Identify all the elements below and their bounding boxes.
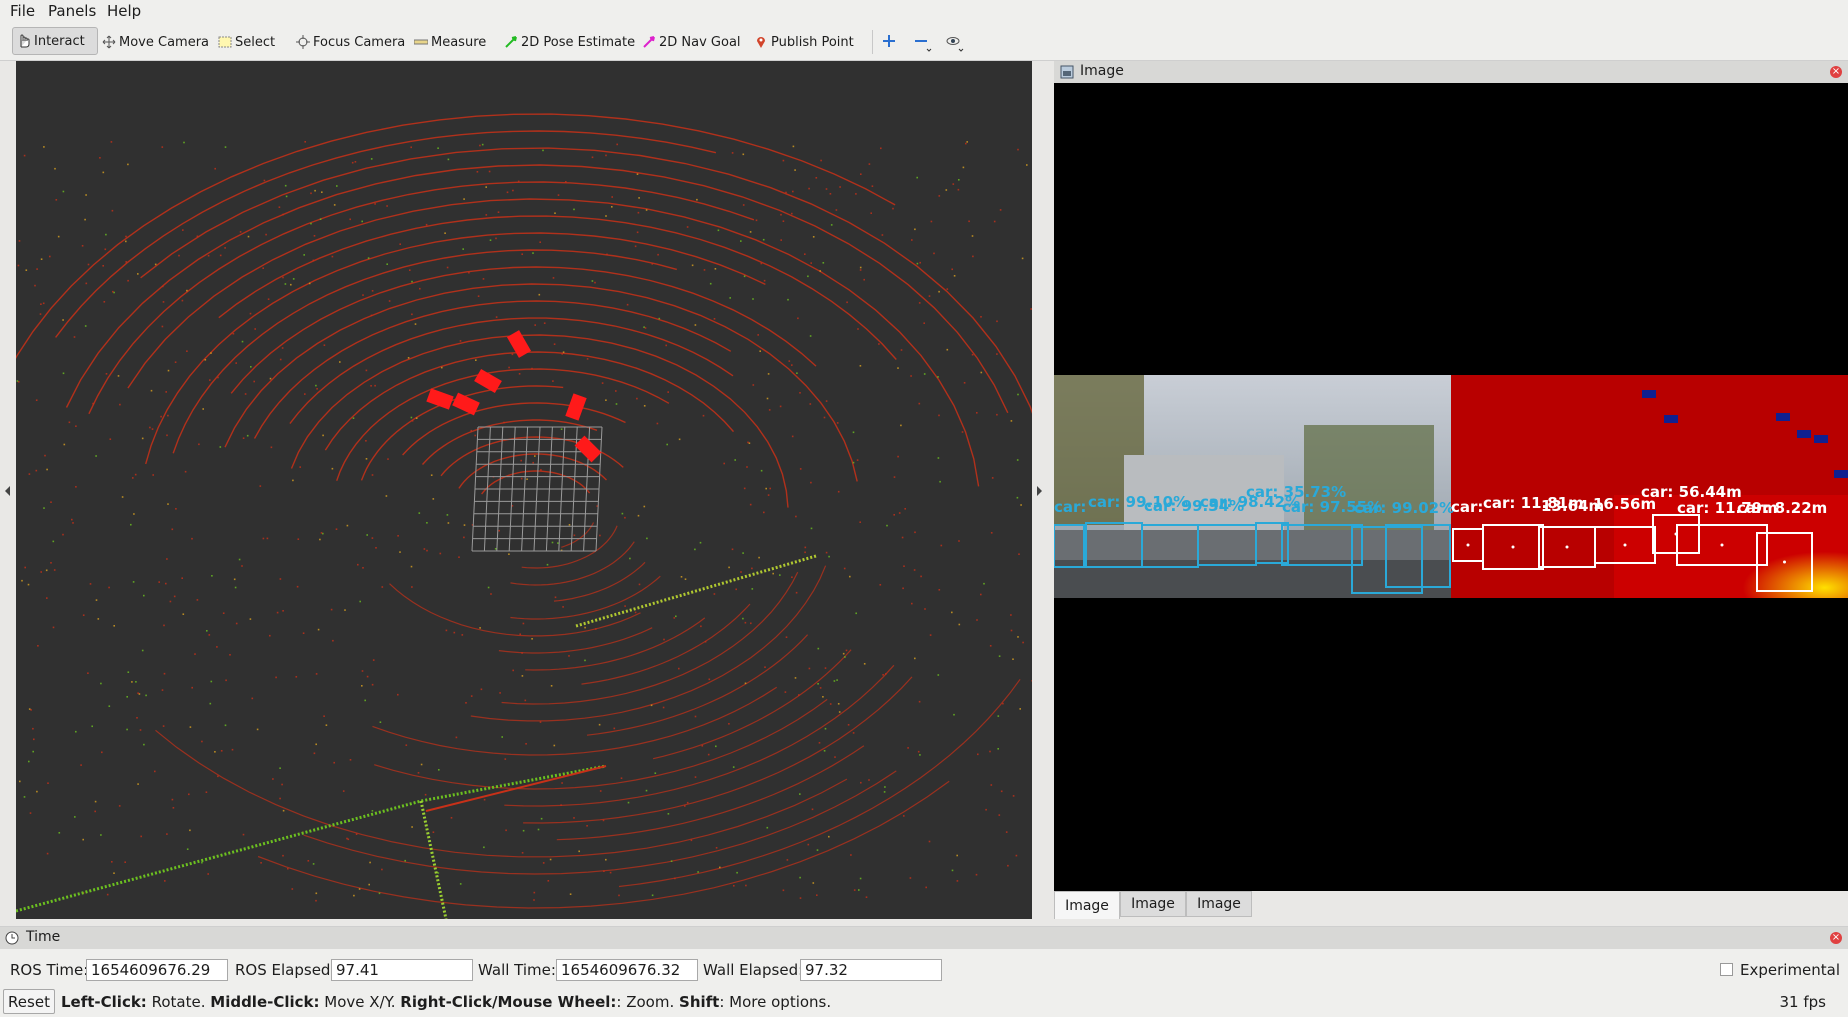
- time-panel-title: Time: [26, 929, 61, 945]
- wall-elapsed-field[interactable]: 97.32: [800, 959, 942, 981]
- reset-button[interactable]: Reset: [3, 989, 55, 1014]
- left-dock-strip: [0, 61, 16, 919]
- close-image-panel-icon[interactable]: ×: [1830, 66, 1842, 78]
- publish-point-tool[interactable]: Publish Point: [754, 31, 854, 53]
- pose-estimate-tool[interactable]: 2D Pose Estimate: [504, 31, 635, 53]
- menu-file[interactable]: File: [10, 2, 35, 20]
- image-panel: Image × car: car: 99.10% car: 99.34% car: 9…: [1054, 61, 1848, 919]
- detection-label-left: car:: [1054, 498, 1086, 516]
- remove-tool-icon[interactable]: [914, 34, 932, 54]
- hint-shift: Shift: [679, 993, 720, 1011]
- select-tool[interactable]: Select: [218, 31, 275, 53]
- green-arrow-icon: [505, 36, 517, 48]
- measure-tool[interactable]: Measure: [414, 31, 486, 53]
- time-panel-titlebar: Time ×: [0, 927, 1848, 949]
- 3d-render-view[interactable]: [16, 61, 1032, 919]
- collapse-right-icon[interactable]: [1037, 486, 1043, 496]
- detection-label-right: car: 8.22m: [1737, 499, 1827, 517]
- focus-target-icon: [296, 35, 310, 49]
- move-arrows-icon: [102, 35, 116, 49]
- interact-tool[interactable]: Interact: [12, 27, 98, 55]
- hint-middle-click-desc: Move X/Y.: [324, 993, 396, 1011]
- menu-bar: File Panels Help: [0, 0, 1848, 22]
- tab-image-2[interactable]: Image: [1120, 891, 1186, 917]
- publish-point-label: Publish Point: [771, 34, 854, 50]
- hint-left-click: Left-Click:: [61, 993, 147, 1011]
- hint-shift-desc: : More options.: [719, 993, 832, 1011]
- panel-splitter[interactable]: [1032, 61, 1054, 919]
- move-camera-label: Move Camera: [119, 34, 210, 50]
- image-panel-titlebar: Image ×: [1054, 61, 1848, 83]
- toolbar-divider: [872, 30, 873, 54]
- hint-right-click: Right-Click/Mouse Wheel:: [400, 993, 617, 1011]
- ros-time-label: ROS Time:: [10, 961, 89, 979]
- image-panel-title: Image: [1080, 63, 1124, 79]
- add-tool-icon[interactable]: [882, 34, 896, 48]
- fps-counter: 31 fps: [1779, 993, 1826, 1011]
- hint-right-click-desc: : Zoom.: [616, 993, 675, 1011]
- measure-label: Measure: [431, 34, 487, 50]
- menu-help[interactable]: Help: [107, 2, 141, 20]
- eye-icon[interactable]: [946, 34, 964, 54]
- clock-icon: [5, 931, 19, 945]
- camera-image: car: car: 99.10%car: 99.34%car: 98.42%car…: [1054, 375, 1848, 598]
- camera-image-display: car: car: 99.10% car: 99.34% car: 98.42% car…: [1054, 83, 1848, 891]
- wall-elapsed-label: Wall Elapsed:: [703, 961, 804, 979]
- ruler-icon: [414, 39, 428, 45]
- hint-left-click-desc: Rotate.: [151, 993, 206, 1011]
- wall-time-label: Wall Time:: [478, 961, 556, 979]
- collapse-left-icon[interactable]: [5, 486, 11, 496]
- ros-elapsed-field[interactable]: 97.41: [331, 959, 473, 981]
- close-time-panel-icon[interactable]: ×: [1830, 932, 1842, 944]
- nav-goal-label: 2D Nav Goal: [659, 34, 741, 50]
- mouse-hint-text: Left-Click: Rotate. Middle-Click: Move X…: [61, 993, 831, 1011]
- move-camera-tool[interactable]: Move Camera: [102, 31, 209, 53]
- select-box-icon: [218, 36, 232, 48]
- detection-label-left: car: 99.02%: [1354, 499, 1454, 517]
- focus-camera-tool[interactable]: Focus Camera: [296, 31, 405, 53]
- experimental-checkbox[interactable]: [1720, 963, 1733, 976]
- ros-time-field[interactable]: 1654609676.29: [86, 959, 228, 981]
- select-label: Select: [235, 34, 276, 50]
- detection-label-right: car:: [1451, 498, 1483, 516]
- image-panel-icon: [1060, 65, 1074, 79]
- nav-goal-tool[interactable]: 2D Nav Goal: [642, 31, 741, 53]
- lidar-point-cloud: [16, 113, 1032, 919]
- toolbar: Interact Move Camera Select Focus Camera…: [0, 22, 1848, 61]
- menu-panels[interactable]: Panels: [48, 2, 96, 20]
- pose-estimate-label: 2D Pose Estimate: [521, 34, 636, 50]
- lidar-road-lines: [16, 554, 817, 919]
- hand-icon: [20, 34, 30, 48]
- map-pin-icon: [757, 37, 765, 48]
- wall-time-field[interactable]: 1654609676.32: [556, 959, 698, 981]
- tab-image-1[interactable]: Image: [1054, 891, 1120, 919]
- interact-label: Interact: [34, 33, 85, 49]
- tab-image-3[interactable]: Image: [1186, 891, 1252, 917]
- magenta-arrow-icon: [643, 36, 655, 48]
- ros-elapsed-label: ROS Elapsed:: [235, 961, 336, 979]
- experimental-label: Experimental: [1740, 961, 1841, 979]
- focus-camera-label: Focus Camera: [313, 34, 406, 50]
- time-panel: Time × ROS Time: 1654609676.29 ROS Elaps…: [0, 926, 1848, 1017]
- hint-middle-click: Middle-Click:: [210, 993, 320, 1011]
